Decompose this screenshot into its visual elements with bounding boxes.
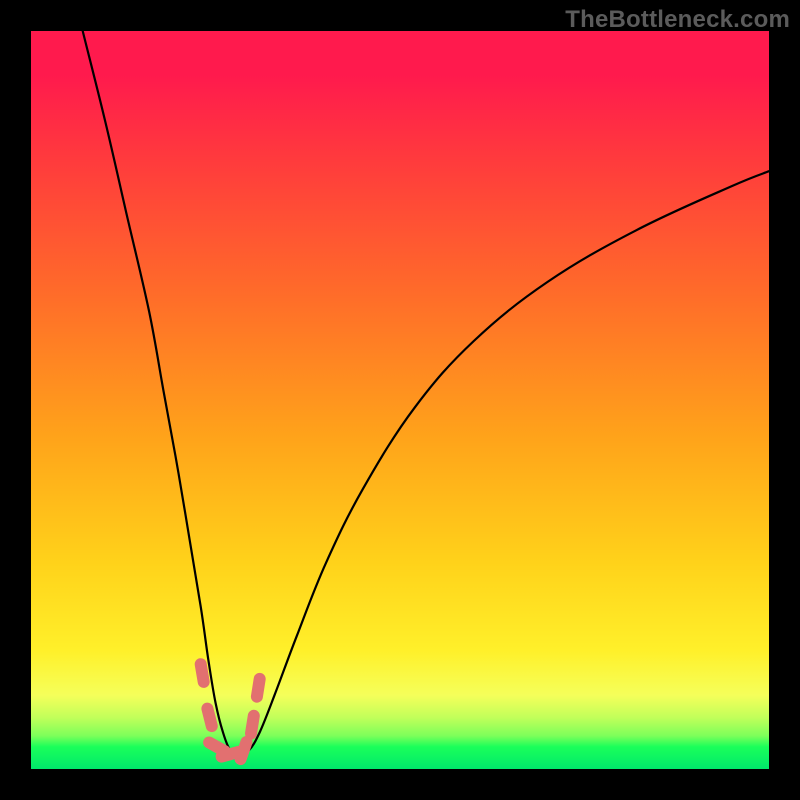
curve-marker [257, 679, 260, 697]
curve-marker [241, 742, 247, 759]
watermark-text: TheBottleneck.com [565, 6, 790, 34]
chart-frame: TheBottleneck.com [0, 0, 800, 800]
bottleneck-curve [83, 31, 769, 754]
plot-area [31, 31, 769, 769]
curve-layer [31, 31, 769, 769]
curve-marker [209, 743, 225, 752]
curve-marker [201, 664, 204, 682]
curve-marker [207, 709, 211, 727]
marker-group [201, 664, 260, 759]
curve-marker [251, 716, 254, 734]
